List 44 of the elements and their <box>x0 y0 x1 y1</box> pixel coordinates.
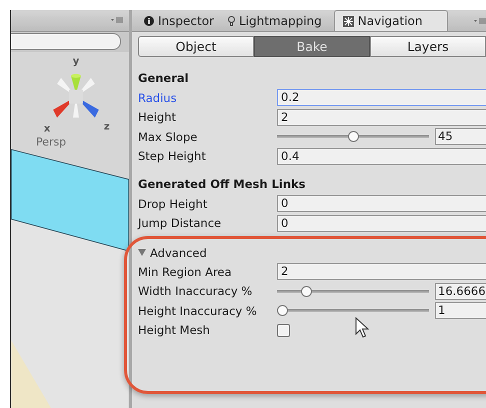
search-field[interactable] <box>11 32 121 50</box>
axis-label: x <box>44 123 50 134</box>
foldout-arrow-icon <box>138 249 146 256</box>
axis-label: z <box>104 121 110 132</box>
mouse-cursor-icon <box>355 317 371 339</box>
mode-tab[interactable]: Layers <box>370 36 486 57</box>
section-header: Generated Off Mesh Links <box>138 176 307 193</box>
navigation-icon <box>342 16 354 26</box>
field-label: Jump Distance <box>138 216 222 230</box>
light-bulb-icon <box>228 16 235 26</box>
panel-tab[interactable]: Inspector <box>140 11 224 31</box>
field-label: Max Slope <box>138 130 198 144</box>
section-header: General <box>138 70 190 87</box>
input-field[interactable]: 2 <box>277 108 486 126</box>
field-label: Height Inaccuracy % <box>138 304 258 318</box>
axis-label: y <box>72 56 80 67</box>
input-field[interactable]: 2 <box>277 263 486 280</box>
menu-icon[interactable] <box>474 17 486 25</box>
field-label: Min Region Area <box>138 264 233 279</box>
field-label: Step Height <box>138 149 207 164</box>
input-field[interactable]: 16.6666 <box>435 282 486 300</box>
field-label: Width Inaccuracy % <box>138 284 254 298</box>
mode-tab[interactable]: Bake <box>254 36 370 57</box>
field-label: Height <box>138 110 178 124</box>
checkbox[interactable] <box>277 324 290 337</box>
panel-tab[interactable]: Lightmapping <box>224 11 332 31</box>
input-field[interactable]: 0 <box>277 214 486 232</box>
menu-icon[interactable] <box>111 16 123 24</box>
input-field[interactable]: 45 <box>435 128 486 146</box>
slider-thumb[interactable] <box>348 131 358 142</box>
view-label[interactable]: Persp <box>36 135 66 148</box>
field-label: Radius <box>138 90 178 105</box>
slider-thumb[interactable] <box>277 305 288 316</box>
slider-thumb[interactable] <box>300 286 312 297</box>
input-field[interactable]: 0 <box>277 195 486 212</box>
field-label: Drop Height <box>138 196 208 211</box>
info-icon <box>144 16 154 26</box>
panel-tab[interactable]: Navigation <box>334 10 448 31</box>
mode-tab[interactable]: Object <box>138 36 254 57</box>
input-field[interactable]: 0.4 <box>277 148 486 165</box>
input-field[interactable]: 1 <box>435 302 486 320</box>
field-label: Height Mesh <box>138 323 211 338</box>
input-field[interactable]: 0.2 <box>277 89 486 106</box>
foldout-toggle[interactable]: Advanced <box>138 243 207 262</box>
